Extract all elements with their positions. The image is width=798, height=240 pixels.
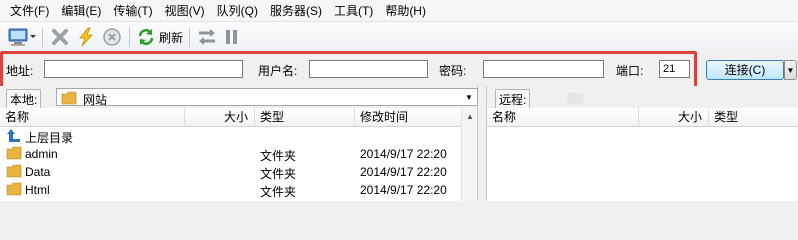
menu-file[interactable]: 文件(F) [4,1,55,21]
menu-server[interactable]: 服务器(S) [264,1,328,21]
list-item-parent[interactable]: 上层目录 [0,127,477,145]
table-row[interactable]: Data 文件夹 2014/9/17 22:20 [0,163,477,181]
port-input[interactable] [659,60,690,78]
folder-icon [6,146,22,163]
file-type: 文件夹 [260,185,297,199]
stop-icon [101,26,123,48]
disconnect-button[interactable] [49,25,71,49]
toolbar-separator [129,27,130,47]
menu-edit[interactable]: 编辑(E) [55,1,107,21]
pause-button[interactable] [222,25,242,49]
file-modified: 2014/9/17 22:20 [360,165,447,179]
file-type: 文件夹 [260,149,297,163]
local-path-label: 本地: [6,89,42,110]
refresh-button[interactable]: 刷新 [136,25,183,49]
file-name: Html [25,183,50,197]
file-type: 文件夹 [260,167,297,181]
password-input[interactable] [483,60,604,78]
transfer-button[interactable] [196,25,218,49]
chevron-down-icon: ▼ [786,65,795,75]
pause-icon [222,26,242,48]
local-file-list: 上层目录 admin 文件夹 2014/9/17 22:20 Data 文件夹 … [0,127,477,199]
lightning-icon [75,26,97,48]
username-label: 用户名: [258,64,298,78]
file-name: admin [25,147,58,161]
local-path-combo[interactable]: 网站 ▼ [56,88,478,108]
file-modified: 2014/9/17 22:20 [360,147,447,161]
local-path-value: 网站 [83,93,108,107]
toolbar-separator [189,27,191,47]
column-header-name[interactable]: 名称 [0,108,185,127]
folder-icon [6,164,22,181]
folder-icon [6,182,22,199]
parent-directory-icon [6,128,22,146]
password-label: 密码: [439,64,467,78]
local-pane: 本地: 网站 ▼ 名称 大小 类型 修改时间 上层目录 admin 文件夹 20… [0,86,478,201]
column-header-size[interactable]: 大小 [185,108,255,127]
toolbar: 刷新 [0,22,798,52]
chevron-down-icon[interactable]: ▼ [461,89,477,105]
table-row[interactable]: admin 文件夹 2014/9/17 22:20 [0,145,477,163]
username-input[interactable] [309,60,428,78]
file-modified: 2014/9/17 22:20 [360,183,447,197]
stop-button[interactable] [101,25,123,49]
column-header-type[interactable]: 类型 [709,108,798,127]
quick-connect-button[interactable] [75,25,97,49]
column-header-type[interactable]: 类型 [255,108,355,127]
connect-dropdown-button[interactable]: ▼ [784,60,797,80]
parent-directory-label: 上层目录 [25,131,74,145]
address-label: 地址: [6,64,34,78]
port-label: 端口: [616,64,644,78]
pane-splitter[interactable] [478,86,486,201]
address-input[interactable] [44,60,243,78]
refresh-label: 刷新 [159,30,184,45]
refresh-icon [136,27,156,47]
remote-pane: 远程: 名称 大小 类型 [486,86,798,201]
folder-icon [61,91,77,108]
column-header-modified[interactable]: 修改时间 [355,108,462,127]
menu-queue[interactable]: 队列(Q) [211,1,264,21]
disconnect-x-icon [49,26,71,48]
remote-column-headers: 名称 大小 类型 [487,108,798,127]
local-column-headers: 名称 大小 类型 修改时间 [0,108,477,127]
menu-help[interactable]: 帮助(H) [379,1,432,21]
file-name: Data [25,165,51,179]
column-header-size[interactable]: 大小 [639,108,709,127]
toolbar-separator [42,27,43,47]
menu-bar: 文件(F) 编辑(E) 传输(T) 视图(V) 队列(Q) 服务器(S) 工具(… [0,0,798,22]
local-scrollbar[interactable]: ▲ [461,108,477,201]
transfer-icon [196,26,218,48]
menu-view[interactable]: 视图(V) [159,1,211,21]
connect-button[interactable]: 连接(C) [706,60,784,80]
remote-path-field[interactable] [567,93,583,104]
column-header-name[interactable]: 名称 [487,108,639,127]
remote-path-label: 远程: [495,89,531,110]
scroll-up-icon[interactable]: ▲ [462,108,478,124]
table-row[interactable]: Html 文件夹 2014/9/17 22:20 [0,181,477,199]
computer-icon [6,26,36,48]
site-manager-button[interactable] [6,25,36,49]
local-path-bar: 本地: 网站 ▼ [0,86,478,110]
remote-path-bar: 远程: [487,86,798,110]
menu-tools[interactable]: 工具(T) [328,1,379,21]
menu-transfer[interactable]: 传输(T) [107,1,158,21]
